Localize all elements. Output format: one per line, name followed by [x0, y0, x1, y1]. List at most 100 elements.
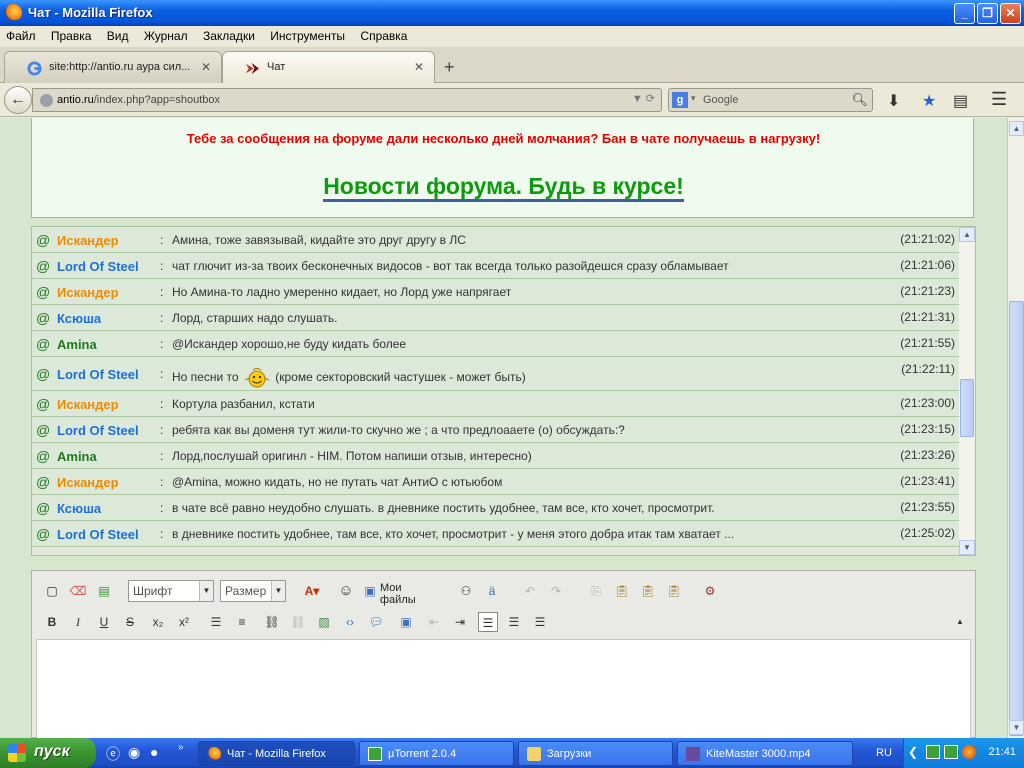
url-bar[interactable]: antio.ru/index.php?app=shoutbox ▼ ⟳	[32, 88, 662, 112]
chat-scroll-thumb[interactable]	[960, 379, 974, 437]
clear-format-icon[interactable]: ⚙	[700, 581, 720, 601]
outdent-icon[interactable]: ⇤	[424, 612, 444, 632]
template-icon[interactable]: ▤	[94, 581, 114, 601]
tab-google-search[interactable]: site:http://antio.ru аура сил... ✕	[4, 51, 222, 83]
source-mode-icon[interactable]: ▢	[42, 581, 62, 601]
page-scrollbar[interactable]: ▲ ▼	[1007, 118, 1024, 738]
chat-username[interactable]: Ксюша	[57, 311, 101, 326]
menu-history[interactable]: Журнал	[138, 26, 194, 46]
url-controls-icon[interactable]: ▼ ⟳	[632, 92, 655, 105]
my-files-button[interactable]: Мои файлы	[380, 582, 416, 606]
redo-icon[interactable]: ↷	[546, 581, 566, 601]
collapse-toolbar-icon[interactable]: ▲	[950, 612, 970, 632]
tab-close-icon[interactable]: ✕	[201, 60, 211, 74]
menu-tools[interactable]: Инструменты	[264, 26, 351, 46]
task-firefox[interactable]: Чат - Mozilla Firefox	[198, 741, 355, 766]
bold-icon[interactable]: B	[42, 612, 62, 632]
menu-file[interactable]: Файл	[0, 26, 42, 46]
mention-icon[interactable]: @	[36, 396, 50, 412]
mention-icon[interactable]: @	[36, 310, 50, 326]
paste-word-icon[interactable]: 📋︎	[664, 581, 684, 601]
download-icon[interactable]: ⬇	[887, 91, 900, 111]
text-color-icon[interactable]: A▾	[302, 581, 322, 601]
search-input[interactable]: Google	[703, 94, 738, 106]
mention-icon[interactable]: @	[36, 232, 50, 248]
menu-edit[interactable]: Правка	[45, 26, 98, 46]
hamburger-menu-icon[interactable]: ☰	[991, 89, 1007, 110]
chat-username[interactable]: Ксюша	[57, 501, 101, 516]
task-downloads[interactable]: Загрузки	[518, 741, 673, 766]
task-kitemaster[interactable]: KiteMaster 3000.mp4	[677, 741, 853, 766]
tab-close-icon[interactable]: ✕	[414, 60, 424, 74]
media-player-icon[interactable]: ◉	[128, 744, 140, 761]
chevron-up-icon[interactable]: ▲	[1009, 121, 1024, 136]
mention-icon[interactable]: @	[36, 526, 50, 542]
undo-icon[interactable]: ↶	[520, 581, 540, 601]
google-search-engine-icon[interactable]: g	[672, 92, 688, 108]
unlink-icon[interactable]: ⛓	[288, 612, 308, 632]
chevron-down-icon[interactable]: ▼	[1009, 720, 1024, 735]
chat-username[interactable]: Lord Of Steel	[57, 423, 139, 438]
chevron-up-icon[interactable]: ▲	[959, 227, 975, 242]
window-titlebar[interactable]: Чат - Mozilla Firefox _ ❐ ✕	[0, 0, 1024, 26]
my-files-icon[interactable]: ▣	[360, 581, 380, 601]
forum-news-link[interactable]: Новости форума. Будь в курсе!	[32, 173, 975, 202]
search-bar[interactable]: g ▾ Google 🔍︎	[668, 88, 873, 112]
mention-icon[interactable]: @	[36, 500, 50, 516]
message-textarea[interactable]	[36, 639, 971, 738]
align-right-icon[interactable]: ☰	[530, 612, 550, 632]
firefox-quicklaunch-icon[interactable]: ●	[150, 744, 158, 760]
menu-bookmarks[interactable]: Закладки	[197, 26, 261, 46]
size-select[interactable]: Размер ▼	[220, 580, 286, 602]
link-icon[interactable]: ⛓	[262, 612, 282, 632]
underline-icon[interactable]: U	[94, 612, 114, 632]
chevron-down-icon[interactable]: ▼	[959, 540, 975, 555]
task-utorrent[interactable]: µTorrent 2.0.4	[359, 741, 514, 766]
chat-username[interactable]: Искандер	[57, 397, 119, 412]
italic-icon[interactable]: I	[68, 612, 88, 632]
strikethrough-icon[interactable]: S	[120, 612, 140, 632]
chat-username[interactable]: Искандер	[57, 233, 119, 248]
chat-username[interactable]: Amina	[57, 449, 97, 464]
bookmarks-menu-icon[interactable]: ▤	[953, 91, 968, 111]
new-tab-plus-icon[interactable]: +	[444, 57, 455, 78]
indent-icon[interactable]: ⇥	[450, 612, 470, 632]
paste-text-icon[interactable]: 📋︎	[638, 581, 658, 601]
special-chars-icon[interactable]: ä	[482, 581, 502, 601]
ie-icon[interactable]: ⓔ	[106, 744, 120, 764]
bulleted-list-icon[interactable]: ☰	[206, 612, 226, 632]
superscript-icon[interactable]: x²	[174, 612, 194, 632]
utorrent-tray-icon[interactable]	[926, 745, 940, 759]
tray-expand-icon[interactable]: ❮	[908, 745, 918, 759]
copy-icon[interactable]: ⎘	[586, 581, 606, 601]
chat-username[interactable]: Lord Of Steel	[57, 367, 139, 382]
numbered-list-icon[interactable]: ≡	[232, 612, 252, 632]
quote-icon[interactable]: 💬︎	[366, 612, 386, 632]
back-arrow-icon[interactable]: ←	[4, 86, 32, 114]
tab-chat[interactable]: Чат ✕	[222, 51, 435, 83]
app-tray-icon[interactable]	[962, 745, 976, 759]
paste-icon[interactable]: 📋︎	[612, 581, 632, 601]
bookmark-star-icon[interactable]: ★	[922, 91, 936, 111]
chat-username[interactable]: Amina	[57, 337, 97, 352]
spoiler-icon[interactable]: ▣	[396, 612, 416, 632]
minimize-button[interactable]: _	[954, 3, 975, 24]
mention-icon[interactable]: @	[36, 422, 50, 438]
menu-help[interactable]: Справка	[354, 26, 413, 46]
start-button[interactable]: пуск	[0, 738, 96, 768]
maximize-button[interactable]: ❐	[977, 3, 998, 24]
quicklaunch-more-icon[interactable]: »	[178, 742, 184, 753]
eraser-icon[interactable]: ⌫	[68, 581, 88, 601]
mention-icon[interactable]: @	[36, 336, 50, 352]
mention-icon[interactable]: @	[36, 258, 50, 274]
mention-icon[interactable]: @	[36, 474, 50, 490]
mention-icon[interactable]: @	[36, 448, 50, 464]
spellcheck-icon[interactable]: ⚇	[456, 581, 476, 601]
align-center-icon[interactable]: ☰	[504, 612, 524, 632]
utorrent-tray-icon-2[interactable]	[944, 745, 958, 759]
chat-username[interactable]: Искандер	[57, 285, 119, 300]
image-icon[interactable]: ▨	[314, 612, 334, 632]
font-select[interactable]: Шрифт ▼	[128, 580, 214, 602]
chat-username[interactable]: Lord Of Steel	[57, 527, 139, 542]
chat-username[interactable]: Lord Of Steel	[57, 259, 139, 274]
